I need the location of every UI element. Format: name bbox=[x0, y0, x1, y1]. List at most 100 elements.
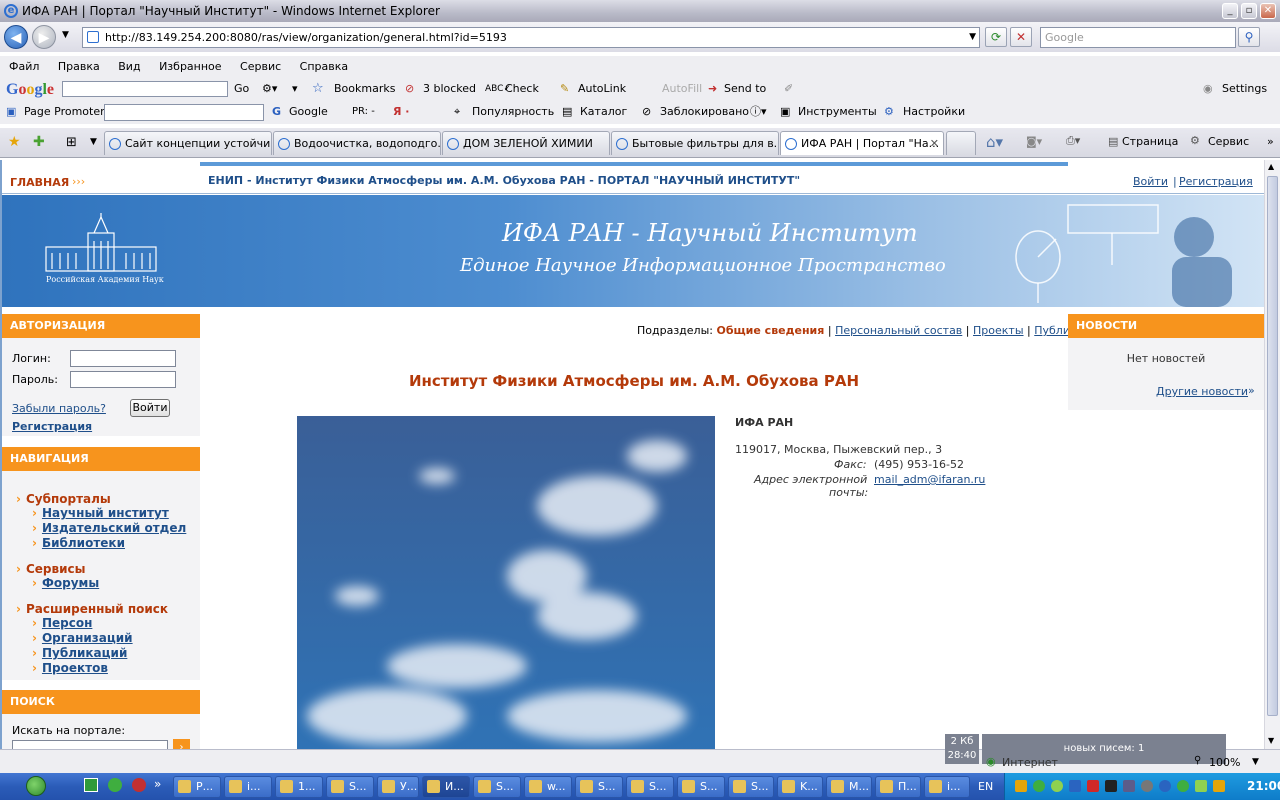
search-input[interactable]: Google bbox=[1040, 27, 1236, 48]
tab-2[interactable]: Водоочистка, водоподго... bbox=[273, 131, 441, 155]
nav-item-publishing[interactable]: Издательский отдел bbox=[32, 521, 186, 535]
forward-button[interactable]: ▶ bbox=[32, 25, 56, 49]
search-icon[interactable]: ⚲ bbox=[1238, 27, 1260, 47]
settings-button[interactable]: Settings bbox=[1222, 78, 1267, 100]
autofill-button[interactable]: AutoFill bbox=[662, 78, 702, 100]
menu-file[interactable]: Файл bbox=[9, 60, 39, 73]
address-dropdown-icon[interactable]: ▼ bbox=[969, 28, 976, 47]
start-button[interactable] bbox=[26, 776, 46, 796]
tray-icon-9[interactable] bbox=[1159, 780, 1171, 792]
tray-icon-4[interactable] bbox=[1069, 780, 1081, 792]
nav-item-institute[interactable]: Научный институт bbox=[32, 506, 169, 520]
taskbar-item-9[interactable]: S... bbox=[575, 776, 623, 798]
nav-item-libraries[interactable]: Библиотеки bbox=[32, 536, 125, 550]
info-icon[interactable]: ⓘ▾ bbox=[750, 100, 767, 124]
taskbar-item-3[interactable]: 1... bbox=[275, 776, 323, 798]
refresh-button[interactable]: ⟳ bbox=[985, 27, 1007, 47]
tab-list-icon[interactable]: ▼ bbox=[90, 137, 97, 147]
tab-1[interactable]: Сайт концепции устойчи... bbox=[104, 131, 272, 155]
login-input[interactable] bbox=[70, 350, 176, 367]
catalog-button[interactable]: Каталог bbox=[580, 100, 627, 124]
taskbar-item-10[interactable]: S... bbox=[626, 776, 674, 798]
password-input[interactable] bbox=[70, 371, 176, 388]
nav-group-services[interactable]: Сервисы bbox=[16, 562, 86, 576]
tray-icon-10[interactable] bbox=[1177, 780, 1189, 792]
taskbar-item-7[interactable]: S... bbox=[473, 776, 521, 798]
menu-favorites[interactable]: Избранное bbox=[159, 60, 221, 73]
menu-help[interactable]: Справка bbox=[300, 60, 348, 73]
scroll-thumb[interactable] bbox=[1267, 176, 1278, 716]
search-go-button[interactable]: › bbox=[173, 739, 190, 749]
home-link[interactable]: ГЛАВНАЯ bbox=[10, 176, 69, 189]
header-login-link[interactable]: Войти bbox=[1133, 175, 1168, 188]
taskbar-item-1[interactable]: Р... bbox=[173, 776, 221, 798]
taskbar-item-12[interactable]: S... bbox=[728, 776, 774, 798]
service-menu-button[interactable]: Сервис bbox=[1208, 135, 1249, 148]
favorites-star-icon[interactable]: ★ bbox=[8, 134, 21, 150]
scroll-up-icon[interactable]: ▲ bbox=[1268, 162, 1274, 171]
quicklaunch-icon-3[interactable] bbox=[132, 778, 146, 792]
add-favorites-icon[interactable]: ✚ bbox=[33, 134, 45, 150]
taskbar-clock[interactable]: 21:00 bbox=[1247, 779, 1280, 793]
nav-group-subportals[interactable]: Субпорталы bbox=[16, 492, 111, 506]
tab-active[interactable]: ИФА РАН | Портал "На... ✕ bbox=[780, 131, 944, 155]
zoom-dropdown-icon[interactable]: ▼ bbox=[1252, 757, 1259, 767]
menu-edit[interactable]: Правка bbox=[58, 60, 100, 73]
quick-tabs-icon[interactable]: ⊞ bbox=[66, 135, 77, 150]
minimize-button[interactable]: _ bbox=[1222, 3, 1238, 19]
nav-item-projects[interactable]: Проектов bbox=[32, 661, 108, 675]
tray-icon-2[interactable] bbox=[1033, 780, 1045, 792]
nav-item-forums[interactable]: Форумы bbox=[32, 576, 99, 590]
home-icon[interactable]: ⌂▾ bbox=[986, 133, 1003, 151]
tray-icon-12[interactable] bbox=[1213, 780, 1225, 792]
nav-item-organizations[interactable]: Организаций bbox=[32, 631, 133, 645]
send-to-button[interactable]: Send to bbox=[724, 78, 766, 100]
quicklaunch-icon-2[interactable] bbox=[108, 778, 122, 792]
other-news-link[interactable]: Другие новости bbox=[1156, 385, 1248, 398]
more-icon[interactable]: » bbox=[1267, 135, 1274, 148]
email-link[interactable]: mail_adm@ifaran.ru bbox=[874, 473, 985, 486]
taskbar-item-8[interactable]: w... bbox=[524, 776, 572, 798]
tray-icon-8[interactable] bbox=[1141, 780, 1153, 792]
taskbar-item-15[interactable]: П... bbox=[875, 776, 921, 798]
login-button[interactable]: Войти bbox=[130, 399, 170, 417]
popup-blocked-button[interactable]: 3 blocked bbox=[423, 78, 476, 100]
language-indicator[interactable]: EN bbox=[978, 780, 993, 793]
menu-tools[interactable]: Сервис bbox=[240, 60, 281, 73]
blocked-button[interactable]: Заблокировано bbox=[660, 100, 749, 124]
menu-view[interactable]: Вид bbox=[118, 60, 140, 73]
toolbar-dropdown-icon[interactable]: ▾ bbox=[292, 78, 298, 100]
portal-search-input[interactable] bbox=[12, 740, 168, 749]
tray-icon-6[interactable] bbox=[1105, 780, 1117, 792]
check-button[interactable]: Check bbox=[505, 78, 539, 100]
tray-icon-11[interactable] bbox=[1195, 780, 1207, 792]
header-register-link[interactable]: Регистрация bbox=[1179, 175, 1253, 188]
autolink-button[interactable]: AutoLink bbox=[578, 78, 626, 100]
maximize-button[interactable]: ▫ bbox=[1241, 3, 1257, 19]
tools-button[interactable]: Инструменты bbox=[798, 100, 877, 124]
promoter-settings-button[interactable]: Настройки bbox=[903, 100, 965, 124]
popularity-button[interactable]: Популярность bbox=[472, 100, 554, 124]
zoom-level[interactable]: 100% bbox=[1209, 756, 1240, 769]
tray-icon-7[interactable] bbox=[1123, 780, 1135, 792]
stop-button[interactable]: ✕ bbox=[1010, 27, 1032, 47]
taskbar-item-2[interactable]: i... bbox=[224, 776, 272, 798]
promoter-google-button[interactable]: Google bbox=[289, 100, 328, 124]
taskbar-item-5[interactable]: У... bbox=[377, 776, 419, 798]
vertical-scrollbar[interactable]: ▲ ▼ bbox=[1264, 160, 1280, 749]
subsection-projects[interactable]: Проекты bbox=[973, 324, 1024, 337]
tray-shield-icon[interactable] bbox=[1015, 780, 1027, 792]
tab-4[interactable]: Бытовые фильтры для в... bbox=[611, 131, 779, 155]
bookmarks-button[interactable]: Bookmarks bbox=[334, 78, 395, 100]
promoter-input[interactable] bbox=[104, 104, 264, 121]
google-search-input[interactable] bbox=[62, 81, 228, 97]
tray-icon-5[interactable] bbox=[1087, 780, 1099, 792]
nav-item-persons[interactable]: Персон bbox=[32, 616, 92, 630]
nav-item-publications[interactable]: Публикаций bbox=[32, 646, 127, 660]
close-button[interactable]: ✕ bbox=[1260, 3, 1276, 19]
toolbar-tools-icon[interactable]: ⚙▾ bbox=[262, 78, 277, 100]
taskbar-item-active[interactable]: И... bbox=[422, 776, 470, 798]
tray-icon-3[interactable] bbox=[1051, 780, 1063, 792]
taskbar-item-4[interactable]: S... bbox=[326, 776, 374, 798]
history-dropdown-icon[interactable]: ▼ bbox=[62, 30, 69, 40]
